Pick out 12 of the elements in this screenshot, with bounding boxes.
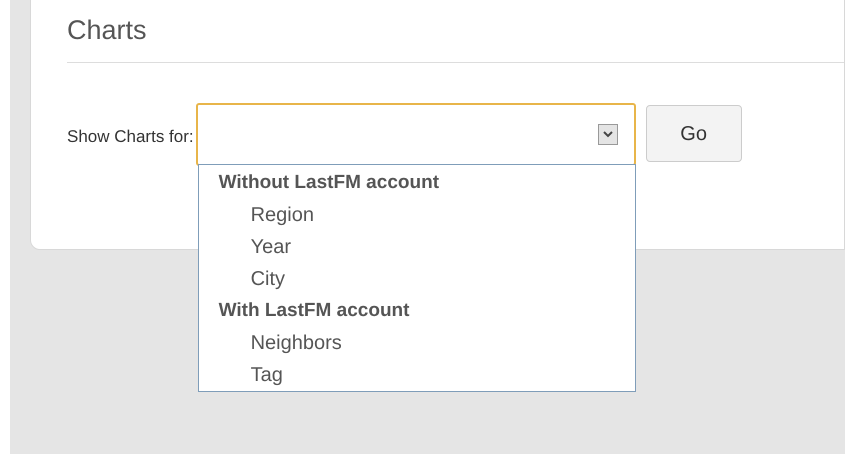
chevron-down-icon (598, 124, 618, 145)
dropdown-select[interactable] (196, 103, 636, 166)
section-heading: Charts (67, 14, 147, 46)
dropdown-option[interactable]: City (198, 263, 635, 295)
option-group-label: Without LastFM account (218, 171, 440, 195)
dropdown-option[interactable]: Year (198, 231, 635, 263)
dropdown-option[interactable]: Neighbors (198, 327, 635, 359)
go-button[interactable]: Go (646, 105, 742, 162)
dropdown-option[interactable]: Region (198, 199, 635, 231)
dropdown-option[interactable]: Tag (198, 359, 635, 391)
option-group-label: With LastFM account (218, 299, 410, 323)
field-label: Show Charts for: (67, 126, 194, 148)
